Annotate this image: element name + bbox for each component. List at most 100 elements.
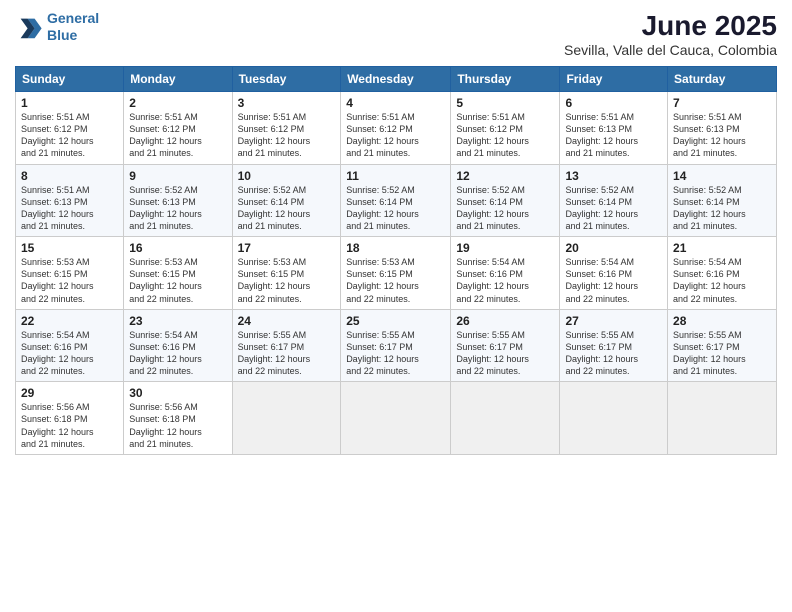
cell-info: Sunrise: 5:52 AM Sunset: 6:14 PM Dayligh… [238,184,336,233]
cell-info: Sunrise: 5:55 AM Sunset: 6:17 PM Dayligh… [346,329,445,378]
day-number: 18 [346,241,445,255]
cell-info: Sunrise: 5:52 AM Sunset: 6:14 PM Dayligh… [565,184,662,233]
cell-info: Sunrise: 5:55 AM Sunset: 6:17 PM Dayligh… [456,329,554,378]
calendar-week-row: 22 Sunrise: 5:54 AM Sunset: 6:16 PM Dayli… [16,309,777,382]
day-number: 2 [129,96,226,110]
cell-info: Sunrise: 5:51 AM Sunset: 6:12 PM Dayligh… [238,111,336,160]
table-row [668,382,777,455]
cell-info: Sunrise: 5:52 AM Sunset: 6:14 PM Dayligh… [456,184,554,233]
col-wednesday: Wednesday [341,67,451,92]
table-row: 1Sunrise: 5:51 AM Sunset: 6:12 PM Daylig… [16,92,124,165]
logo-line2: Blue [47,27,77,43]
cell-info: Sunrise: 5:52 AM Sunset: 6:14 PM Dayligh… [673,184,771,233]
day-number: 30 [129,386,226,400]
table-row: 7Sunrise: 5:51 AM Sunset: 6:13 PM Daylig… [668,92,777,165]
table-row: 20Sunrise: 5:54 AM Sunset: 6:16 PM Dayli… [560,237,668,310]
calendar-week-row: 8Sunrise: 5:51 AM Sunset: 6:13 PM Daylig… [16,164,777,237]
table-row: 25Sunrise: 5:55 AM Sunset: 6:17 PM Dayli… [341,309,451,382]
day-number: 28 [673,314,771,328]
col-tuesday: Tuesday [232,67,341,92]
table-row: 13Sunrise: 5:52 AM Sunset: 6:14 PM Dayli… [560,164,668,237]
table-row: 16Sunrise: 5:53 AM Sunset: 6:15 PM Dayli… [124,237,232,310]
cell-info: Sunrise: 5:54 AM Sunset: 6:16 PM Dayligh… [129,329,226,378]
table-row: 28Sunrise: 5:55 AM Sunset: 6:17 PM Dayli… [668,309,777,382]
header: General Blue June 2025 Sevilla, Valle de… [15,10,777,58]
col-monday: Monday [124,67,232,92]
day-number: 9 [129,169,226,183]
table-row: 3Sunrise: 5:51 AM Sunset: 6:12 PM Daylig… [232,92,341,165]
table-row: 27Sunrise: 5:55 AM Sunset: 6:17 PM Dayli… [560,309,668,382]
main-title: June 2025 [564,10,777,42]
table-row [232,382,341,455]
day-number: 1 [21,96,118,110]
table-row: 24Sunrise: 5:55 AM Sunset: 6:17 PM Dayli… [232,309,341,382]
day-number: 17 [238,241,336,255]
day-number: 10 [238,169,336,183]
calendar-week-row: 29Sunrise: 5:56 AM Sunset: 6:18 PM Dayli… [16,382,777,455]
table-row: 10Sunrise: 5:52 AM Sunset: 6:14 PM Dayli… [232,164,341,237]
day-number: 25 [346,314,445,328]
cell-info: Sunrise: 5:55 AM Sunset: 6:17 PM Dayligh… [673,329,771,378]
day-number: 24 [238,314,336,328]
day-number: 13 [565,169,662,183]
cell-info: Sunrise: 5:51 AM Sunset: 6:13 PM Dayligh… [565,111,662,160]
cell-info: Sunrise: 5:52 AM Sunset: 6:13 PM Dayligh… [129,184,226,233]
day-number: 21 [673,241,771,255]
day-number: 14 [673,169,771,183]
cell-info: Sunrise: 5:53 AM Sunset: 6:15 PM Dayligh… [129,256,226,305]
table-row: 14Sunrise: 5:52 AM Sunset: 6:14 PM Dayli… [668,164,777,237]
cell-info: Sunrise: 5:51 AM Sunset: 6:12 PM Dayligh… [129,111,226,160]
logo-line1: General [47,10,99,26]
cell-info: Sunrise: 5:54 AM Sunset: 6:16 PM Dayligh… [456,256,554,305]
table-row: 18Sunrise: 5:53 AM Sunset: 6:15 PM Dayli… [341,237,451,310]
day-number: 19 [456,241,554,255]
table-row: 23Sunrise: 5:54 AM Sunset: 6:16 PM Dayli… [124,309,232,382]
cell-info: Sunrise: 5:56 AM Sunset: 6:18 PM Dayligh… [129,401,226,450]
day-number: 11 [346,169,445,183]
day-number: 22 [21,314,118,328]
logo-text: General Blue [47,10,99,44]
calendar-week-row: 1Sunrise: 5:51 AM Sunset: 6:12 PM Daylig… [16,92,777,165]
cell-info: Sunrise: 5:51 AM Sunset: 6:12 PM Dayligh… [346,111,445,160]
table-row: 17Sunrise: 5:53 AM Sunset: 6:15 PM Dayli… [232,237,341,310]
table-row [560,382,668,455]
cell-info: Sunrise: 5:51 AM Sunset: 6:12 PM Dayligh… [456,111,554,160]
cell-info: Sunrise: 5:52 AM Sunset: 6:14 PM Dayligh… [346,184,445,233]
day-number: 5 [456,96,554,110]
day-number: 29 [21,386,118,400]
table-row: 19Sunrise: 5:54 AM Sunset: 6:16 PM Dayli… [451,237,560,310]
day-number: 3 [238,96,336,110]
table-row [341,382,451,455]
table-row: 12Sunrise: 5:52 AM Sunset: 6:14 PM Dayli… [451,164,560,237]
day-number: 16 [129,241,226,255]
col-sunday: Sunday [16,67,124,92]
calendar: Sunday Monday Tuesday Wednesday Thursday… [15,66,777,455]
logo: General Blue [15,10,99,44]
cell-info: Sunrise: 5:53 AM Sunset: 6:15 PM Dayligh… [238,256,336,305]
day-number: 23 [129,314,226,328]
table-row: 11Sunrise: 5:52 AM Sunset: 6:14 PM Dayli… [341,164,451,237]
day-number: 4 [346,96,445,110]
title-block: June 2025 Sevilla, Valle del Cauca, Colo… [564,10,777,58]
table-row: 15Sunrise: 5:53 AM Sunset: 6:15 PM Dayli… [16,237,124,310]
table-row: 22Sunrise: 5:54 AM Sunset: 6:16 PM Dayli… [16,309,124,382]
cell-info: Sunrise: 5:51 AM Sunset: 6:13 PM Dayligh… [673,111,771,160]
table-row: 26Sunrise: 5:55 AM Sunset: 6:17 PM Dayli… [451,309,560,382]
table-row: 8Sunrise: 5:51 AM Sunset: 6:13 PM Daylig… [16,164,124,237]
day-number: 8 [21,169,118,183]
calendar-header-row: Sunday Monday Tuesday Wednesday Thursday… [16,67,777,92]
table-row: 21Sunrise: 5:54 AM Sunset: 6:16 PM Dayli… [668,237,777,310]
table-row [451,382,560,455]
day-number: 20 [565,241,662,255]
cell-info: Sunrise: 5:51 AM Sunset: 6:12 PM Dayligh… [21,111,118,160]
day-number: 6 [565,96,662,110]
cell-info: Sunrise: 5:56 AM Sunset: 6:18 PM Dayligh… [21,401,118,450]
col-thursday: Thursday [451,67,560,92]
cell-info: Sunrise: 5:54 AM Sunset: 6:16 PM Dayligh… [673,256,771,305]
table-row: 9Sunrise: 5:52 AM Sunset: 6:13 PM Daylig… [124,164,232,237]
cell-info: Sunrise: 5:55 AM Sunset: 6:17 PM Dayligh… [565,329,662,378]
table-row: 4Sunrise: 5:51 AM Sunset: 6:12 PM Daylig… [341,92,451,165]
day-number: 26 [456,314,554,328]
cell-info: Sunrise: 5:53 AM Sunset: 6:15 PM Dayligh… [346,256,445,305]
table-row: 29Sunrise: 5:56 AM Sunset: 6:18 PM Dayli… [16,382,124,455]
